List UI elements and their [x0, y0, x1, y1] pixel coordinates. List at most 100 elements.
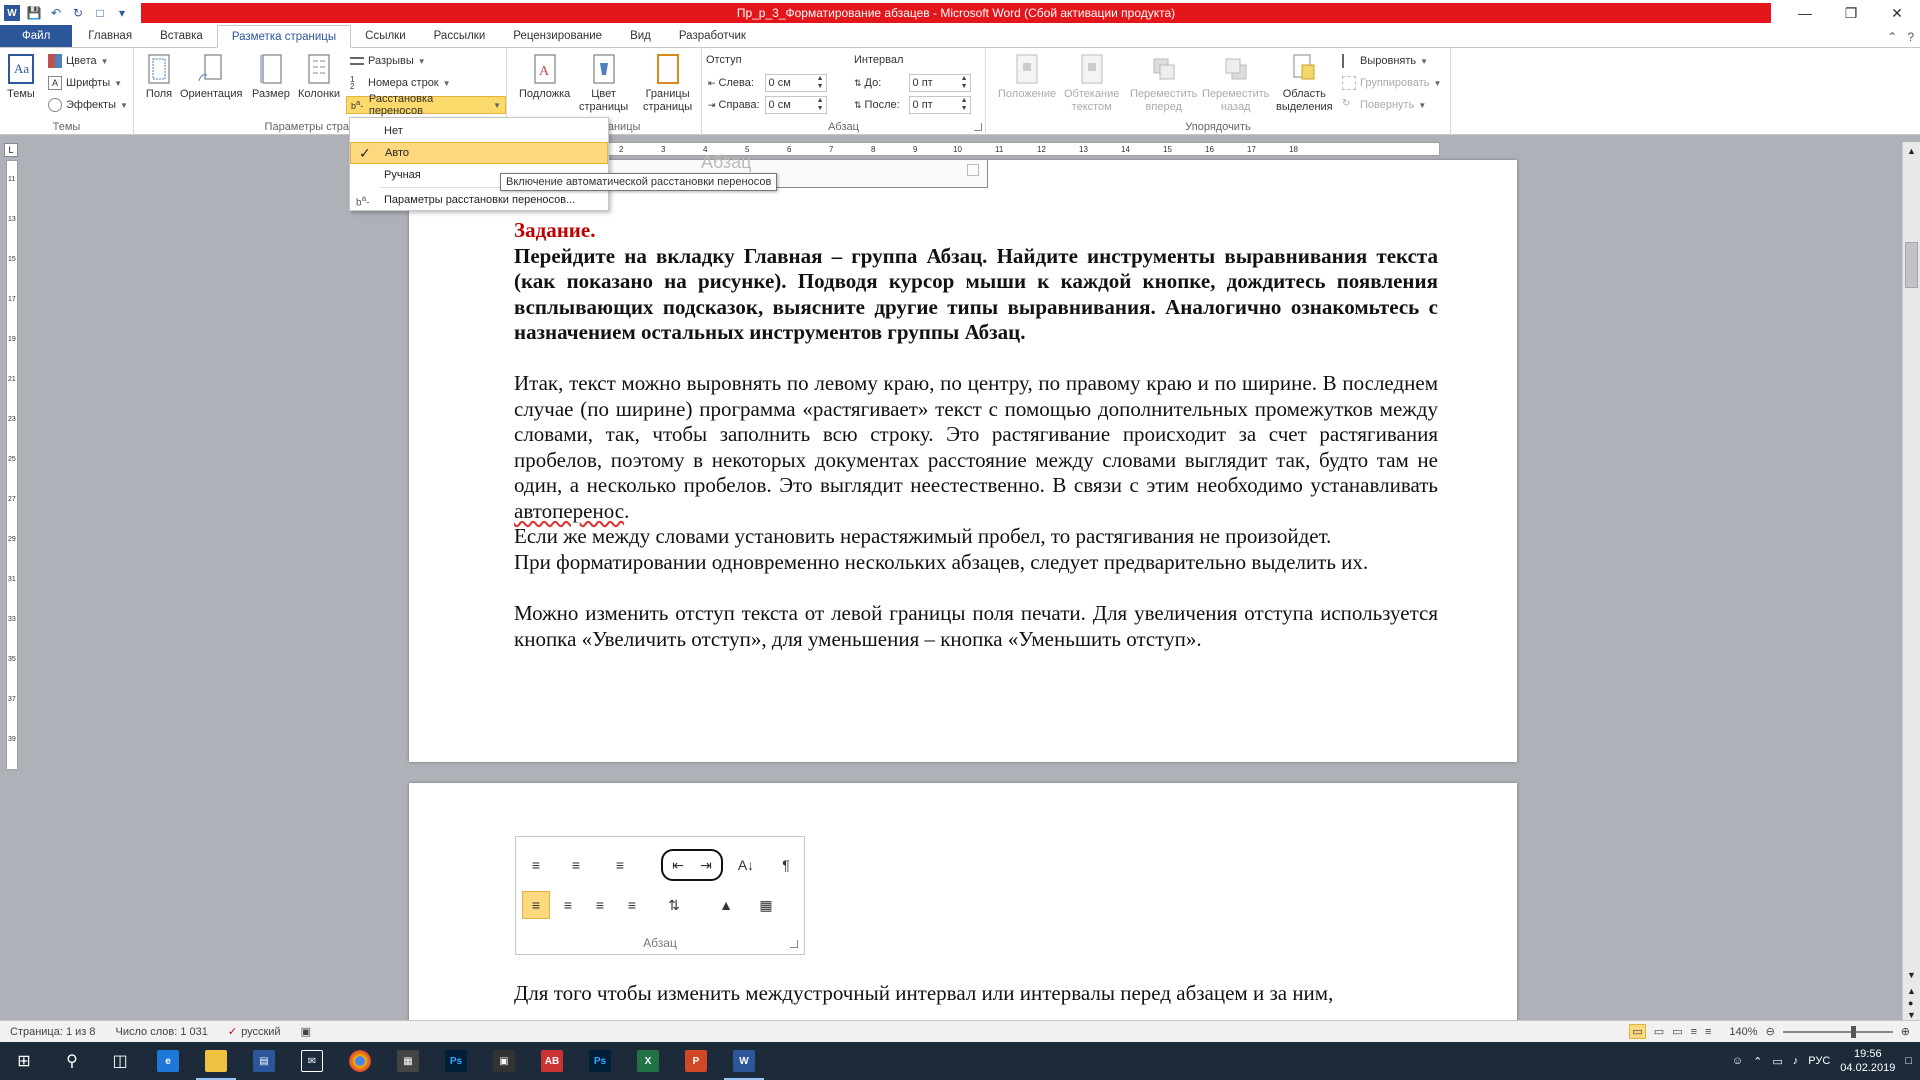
minimize-button[interactable]: — — [1782, 0, 1828, 26]
spacing-before-input[interactable]: 0 пт ▲ ▼ — [908, 74, 971, 92]
next-page-icon[interactable]: ▼ — [1907, 1010, 1916, 1020]
document-page-1[interactable]: Задание. Перейдите на вкладку Главная – … — [409, 160, 1517, 762]
group-objects-button[interactable]: Группировать ▼ — [1342, 74, 1441, 92]
undo-icon[interactable]: ↶ — [48, 5, 64, 21]
spacing-after-input[interactable]: 0 пт ▲ ▼ — [908, 96, 971, 114]
word-app-icon[interactable]: W — [4, 5, 20, 21]
hyphenation-button[interactable]: ba- Расстановка переносов ▼ — [346, 93, 506, 117]
photoshop-second-icon[interactable]: Ps — [576, 1042, 624, 1080]
tab-review[interactable]: Рецензирование — [499, 25, 616, 47]
spinner-icon[interactable]: ▲ ▼ — [961, 97, 968, 113]
scroll-up-icon[interactable]: ▲ — [1907, 146, 1916, 156]
line-numbers-button[interactable]: 1 2 Номера строк ▼ — [350, 74, 451, 92]
macro-recording-icon[interactable]: ▣ — [291, 1025, 321, 1038]
tab-home[interactable]: Главная — [74, 25, 146, 47]
maximize-button[interactable]: ❐ — [1828, 0, 1874, 26]
paragraph-launcher-icon[interactable] — [974, 123, 982, 131]
tab-insert[interactable]: Вставка — [146, 25, 217, 47]
web-layout-icon[interactable]: ▭ — [1672, 1025, 1682, 1038]
page-borders-button[interactable]: Границы страницы — [643, 52, 692, 114]
clock[interactable]: 19:56 04.02.2019 — [1840, 1047, 1895, 1075]
abby-finereader-icon[interactable]: AB — [528, 1042, 576, 1080]
indent-right-input[interactable]: 0 см ▲ ▼ — [764, 96, 827, 114]
send-backward-button[interactable]: Переместить назад — [1202, 52, 1269, 114]
tab-file[interactable]: Файл — [0, 25, 73, 47]
scroll-down-icon[interactable]: ▼ — [1907, 970, 1916, 980]
print-layout-icon[interactable]: ▭ — [1629, 1024, 1646, 1039]
zoom-level[interactable]: 140% — [1729, 1026, 1757, 1038]
scrollbar-thumb[interactable] — [1905, 242, 1918, 288]
spinner-icon[interactable]: ▲ ▼ — [961, 75, 968, 91]
theme-fonts-button[interactable]: A Шрифты ▼ — [48, 74, 122, 92]
people-icon[interactable]: ☺ — [1732, 1055, 1743, 1067]
redo-icon[interactable]: ↻ — [70, 5, 86, 21]
photoshop-icon[interactable]: Ps — [432, 1042, 480, 1080]
hyphenation-option-none[interactable]: Нет — [350, 120, 608, 142]
orientation-button[interactable]: Ориентация — [180, 52, 242, 101]
selection-pane-button[interactable]: Область выделения — [1276, 52, 1333, 114]
outline-view-icon[interactable]: ≡ — [1691, 1026, 1697, 1038]
previous-page-icon[interactable]: ▲ — [1907, 986, 1916, 996]
video-app-icon[interactable]: ▣ — [480, 1042, 528, 1080]
wrap-text-button[interactable]: Обтекание текстом — [1064, 52, 1119, 114]
search-icon[interactable]: ⚲ — [48, 1042, 96, 1080]
new-document-icon[interactable]: □ — [92, 5, 108, 21]
spinner-icon[interactable]: ▲ ▼ — [817, 97, 824, 113]
notifications-icon[interactable]: □ — [1905, 1055, 1912, 1067]
tab-view[interactable]: Вид — [616, 25, 665, 47]
tab-developer[interactable]: Разработчик — [665, 25, 760, 47]
theme-colors-button[interactable]: Цвета ▼ — [48, 52, 109, 70]
word-taskbar-icon[interactable]: W — [720, 1042, 768, 1080]
zoom-in-icon[interactable]: ⊕ — [1901, 1025, 1910, 1038]
calculator-icon[interactable]: ▦ — [384, 1042, 432, 1080]
task-view-icon[interactable]: ◫ — [96, 1042, 144, 1080]
vertical-scrollbar[interactable]: ▲ ▼ ▲ ● ▼ — [1902, 142, 1920, 1020]
watermark-button[interactable]: A Подложка — [519, 52, 570, 101]
tab-page-layout[interactable]: Разметка страницы — [216, 25, 352, 48]
page-count[interactable]: Страница: 1 из 8 — [0, 1026, 106, 1038]
excel-icon[interactable]: X — [624, 1042, 672, 1080]
zoom-out-icon[interactable]: ⊖ — [1766, 1025, 1775, 1038]
browse-object-icon[interactable]: ● — [1908, 998, 1913, 1008]
bring-forward-button[interactable]: Переместить вперед — [1130, 52, 1197, 114]
save-icon[interactable]: 💾 — [26, 5, 42, 21]
position-button[interactable]: Положение — [998, 52, 1056, 101]
store-icon[interactable]: ▤ — [240, 1042, 288, 1080]
full-screen-reading-icon[interactable]: ▭ — [1654, 1025, 1664, 1038]
hyphenation-options-item[interactable]: ba- Параметры расстановки переносов... — [350, 189, 608, 211]
tray-expand-icon[interactable]: ⌃ — [1753, 1055, 1762, 1068]
windows-start-icon[interactable]: ⊞ — [0, 1042, 48, 1080]
edge-browser-icon[interactable]: e — [144, 1042, 192, 1080]
chrome-icon[interactable] — [336, 1042, 384, 1080]
indent-left-input[interactable]: 0 см ▲ ▼ — [764, 74, 827, 92]
word-count[interactable]: Число слов: 1 031 — [106, 1026, 218, 1038]
tab-selector-icon[interactable]: L — [4, 143, 18, 157]
rotate-button[interactable]: ↻ Повернуть ▼ — [1342, 96, 1426, 114]
themes-button[interactable]: Aa Темы — [6, 52, 36, 101]
vertical-ruler[interactable]: 11 13 15 17 19 21 23 25 27 29 31 33 35 37 39 — [6, 160, 18, 770]
align-button[interactable]: Выровнять ▼ — [1342, 52, 1428, 70]
volume-icon[interactable]: ♪ — [1793, 1055, 1799, 1067]
page-color-button[interactable]: Цвет страницы — [579, 52, 628, 114]
breaks-button[interactable]: Разрывы ▼ — [350, 52, 426, 70]
spinner-icon[interactable]: ▲ ▼ — [817, 75, 824, 91]
columns-button[interactable]: Колонки — [298, 52, 340, 101]
mail-icon[interactable]: ✉ — [288, 1042, 336, 1080]
customize-qat-icon[interactable]: ▾ — [114, 5, 130, 21]
hyphenation-option-auto[interactable]: ✓ Авто — [350, 142, 608, 164]
file-explorer-icon[interactable] — [192, 1042, 240, 1080]
theme-effects-button[interactable]: Эффекты ▼ — [48, 96, 128, 114]
zoom-slider[interactable] — [1782, 1025, 1893, 1038]
help-icon[interactable]: ? — [1907, 30, 1914, 44]
tab-mailings[interactable]: Рассылки — [420, 25, 500, 47]
size-button[interactable]: Размер — [252, 52, 290, 101]
tab-references[interactable]: Ссылки — [351, 25, 420, 47]
network-icon[interactable]: ▭ — [1772, 1055, 1782, 1068]
draft-view-icon[interactable]: ≡ — [1705, 1026, 1711, 1038]
margins-button[interactable]: Поля — [144, 52, 174, 101]
minimize-ribbon-icon[interactable]: ⌃ — [1887, 30, 1897, 44]
input-language[interactable]: РУС — [1808, 1055, 1830, 1067]
powerpoint-icon[interactable]: P — [672, 1042, 720, 1080]
spellcheck-status[interactable]: ✓ русский — [218, 1025, 291, 1039]
close-button[interactable]: ✕ — [1874, 0, 1920, 26]
